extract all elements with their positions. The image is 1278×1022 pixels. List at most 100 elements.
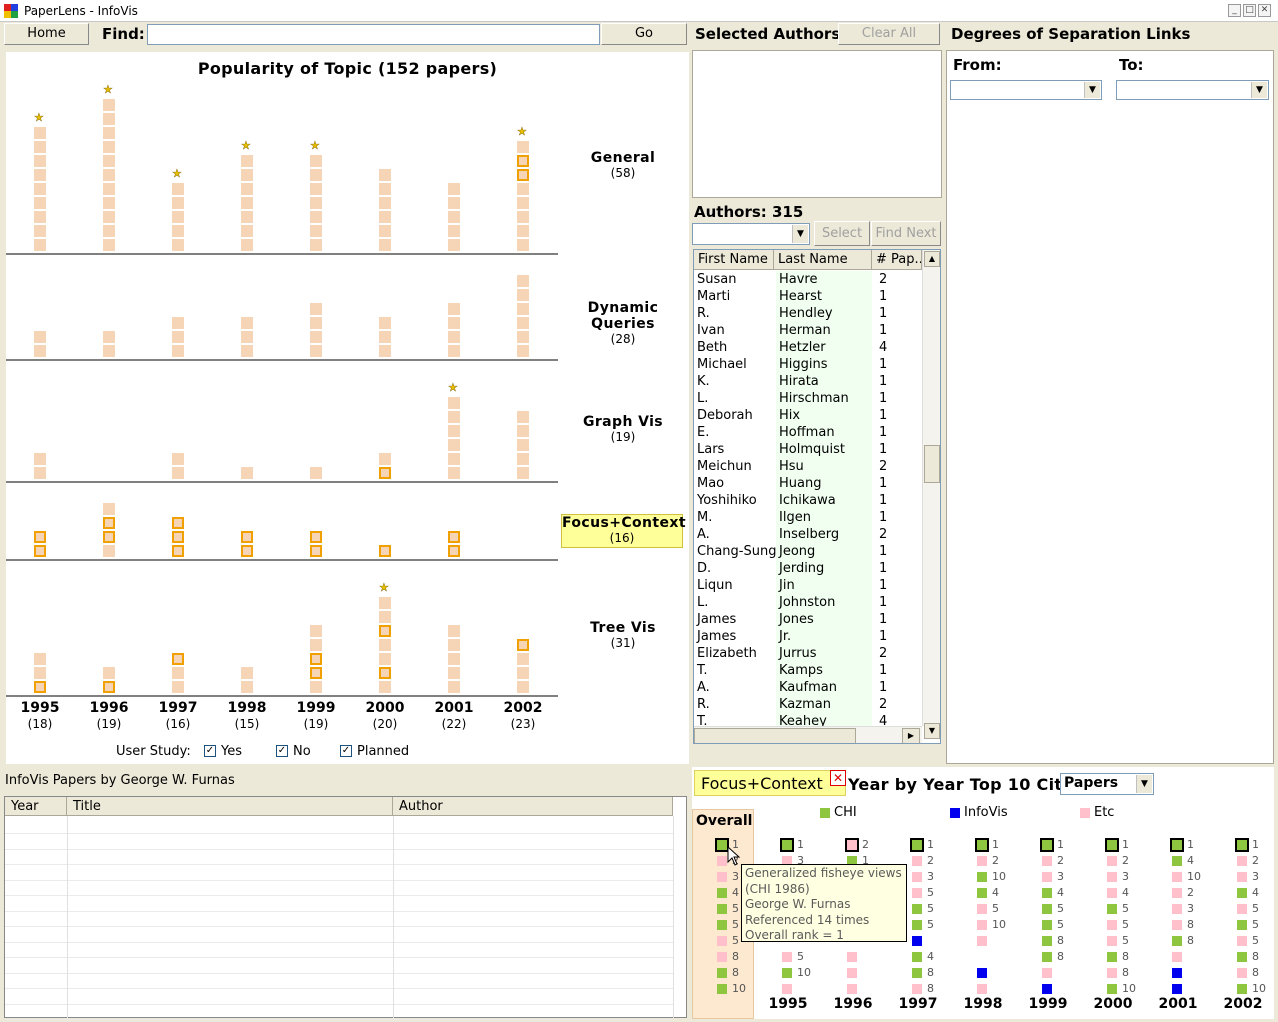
paper-square[interactable] (34, 239, 46, 251)
go-button[interactable]: Go (601, 23, 687, 45)
paper-square[interactable] (172, 197, 184, 209)
cited-paper-square[interactable] (1237, 856, 1247, 866)
cited-paper-square[interactable] (1237, 920, 1247, 930)
paper-square[interactable] (448, 397, 460, 409)
close-icon[interactable]: ✕ (1258, 4, 1271, 17)
paper-square[interactable] (241, 531, 253, 543)
paper-square[interactable] (448, 197, 460, 209)
topic-label[interactable]: General (58) (558, 150, 688, 180)
paper-square[interactable] (103, 113, 115, 125)
paper-square[interactable] (448, 439, 460, 451)
paper-square[interactable] (103, 239, 115, 251)
find-next-button[interactable]: Find Next (871, 221, 941, 246)
table-row[interactable]: James Jr. 1 (694, 628, 922, 645)
paper-square[interactable] (241, 239, 253, 251)
paper-square[interactable] (517, 681, 529, 693)
cited-paper-square[interactable] (912, 952, 922, 962)
paper-square[interactable] (448, 303, 460, 315)
authors-select[interactable]: ▼ (692, 223, 810, 245)
paper-square[interactable] (517, 639, 529, 651)
select-button[interactable]: Select (814, 221, 870, 246)
paper-square[interactable] (172, 211, 184, 223)
cited-paper-square[interactable] (717, 856, 727, 866)
paper-square[interactable] (103, 531, 115, 543)
paper-square[interactable] (517, 439, 529, 451)
paper-square[interactable] (379, 667, 391, 679)
paper-square[interactable] (103, 197, 115, 209)
paper-square[interactable] (34, 197, 46, 209)
paper-square[interactable] (310, 667, 322, 679)
maximize-icon[interactable]: □ (1243, 4, 1256, 17)
cited-paper-square[interactable] (1042, 872, 1052, 882)
paper-square[interactable] (310, 225, 322, 237)
cited-paper-square[interactable] (1172, 904, 1182, 914)
cited-paper-square[interactable] (717, 968, 727, 978)
table-row[interactable]: Deborah Hix 1 (694, 407, 922, 424)
cited-paper-square[interactable] (1237, 888, 1247, 898)
cited-paper-square[interactable] (977, 968, 987, 978)
cited-paper-square[interactable] (782, 968, 792, 978)
table-row[interactable]: Meichun Hsu 2 (694, 458, 922, 475)
paper-square[interactable] (448, 467, 460, 479)
paper-square[interactable] (310, 317, 322, 329)
authors-table[interactable]: First Name Last Name # Pap.. Susan Havre 2… (693, 249, 941, 744)
paper-square[interactable] (517, 453, 529, 465)
paper-square[interactable] (517, 141, 529, 153)
paper-square[interactable] (241, 681, 253, 693)
hscroll-thumb[interactable] (694, 728, 856, 743)
cited-paper-square[interactable] (912, 920, 922, 930)
paper-square[interactable] (34, 331, 46, 343)
paper-square[interactable] (448, 345, 460, 357)
column-header-author[interactable]: Author (393, 797, 673, 816)
clear-all-button[interactable]: Clear All (838, 23, 940, 45)
paper-square[interactable] (34, 141, 46, 153)
cited-paper-square[interactable] (1172, 872, 1182, 882)
table-row[interactable]: A. Inselberg 2 (694, 526, 922, 543)
paper-square[interactable] (517, 275, 529, 287)
cited-paper-square[interactable] (977, 856, 987, 866)
paper-square[interactable] (103, 331, 115, 343)
table-row[interactable]: L. Johnston 1 (694, 594, 922, 611)
chevron-down-icon[interactable]: ▼ (1084, 82, 1100, 98)
paper-square[interactable] (103, 345, 115, 357)
cited-paper-square[interactable] (1237, 984, 1247, 994)
table-row[interactable]: James Jones 1 (694, 611, 922, 628)
cited-paper-square[interactable] (912, 936, 922, 946)
paper-square[interactable] (241, 545, 253, 557)
cited-paper-square[interactable] (780, 838, 794, 852)
cited-paper-square[interactable] (1237, 872, 1247, 882)
cited-paper-square[interactable] (1172, 920, 1182, 930)
cited-paper-square[interactable] (1172, 888, 1182, 898)
citation-mode-select[interactable]: Papers ▼ (1060, 773, 1154, 795)
paper-square[interactable] (379, 239, 391, 251)
table-row[interactable]: Michael Higgins 1 (694, 356, 922, 373)
cited-paper-square[interactable] (1237, 904, 1247, 914)
paper-square[interactable] (310, 155, 322, 167)
paper-square[interactable] (103, 169, 115, 181)
paper-square[interactable] (103, 225, 115, 237)
paper-square[interactable] (379, 345, 391, 357)
cited-paper-square[interactable] (912, 904, 922, 914)
table-row[interactable]: Yoshihiko Ichikawa 1 (694, 492, 922, 509)
table-row[interactable]: A. Kaufman 1 (694, 679, 922, 696)
user-study-checkbox[interactable]: ✓ (340, 745, 352, 757)
paper-square[interactable] (517, 467, 529, 479)
paper-square[interactable] (310, 331, 322, 343)
cited-paper-square[interactable] (782, 984, 792, 994)
cited-paper-square[interactable] (977, 888, 987, 898)
cited-paper-square[interactable] (1172, 952, 1182, 962)
paper-square[interactable] (379, 653, 391, 665)
paper-square[interactable] (379, 331, 391, 343)
cited-paper-square[interactable] (910, 838, 924, 852)
cited-paper-square[interactable] (1042, 984, 1052, 994)
cited-paper-square[interactable] (1237, 936, 1247, 946)
paper-square[interactable] (517, 317, 529, 329)
column-header-year[interactable]: Year (5, 797, 67, 816)
cited-paper-square[interactable] (912, 872, 922, 882)
paper-square[interactable] (379, 611, 391, 623)
table-row[interactable]: Susan Havre 2 (694, 271, 922, 288)
cited-paper-square[interactable] (717, 888, 727, 898)
paper-square[interactable] (517, 411, 529, 423)
paper-square[interactable] (172, 545, 184, 557)
paper-square[interactable] (103, 155, 115, 167)
